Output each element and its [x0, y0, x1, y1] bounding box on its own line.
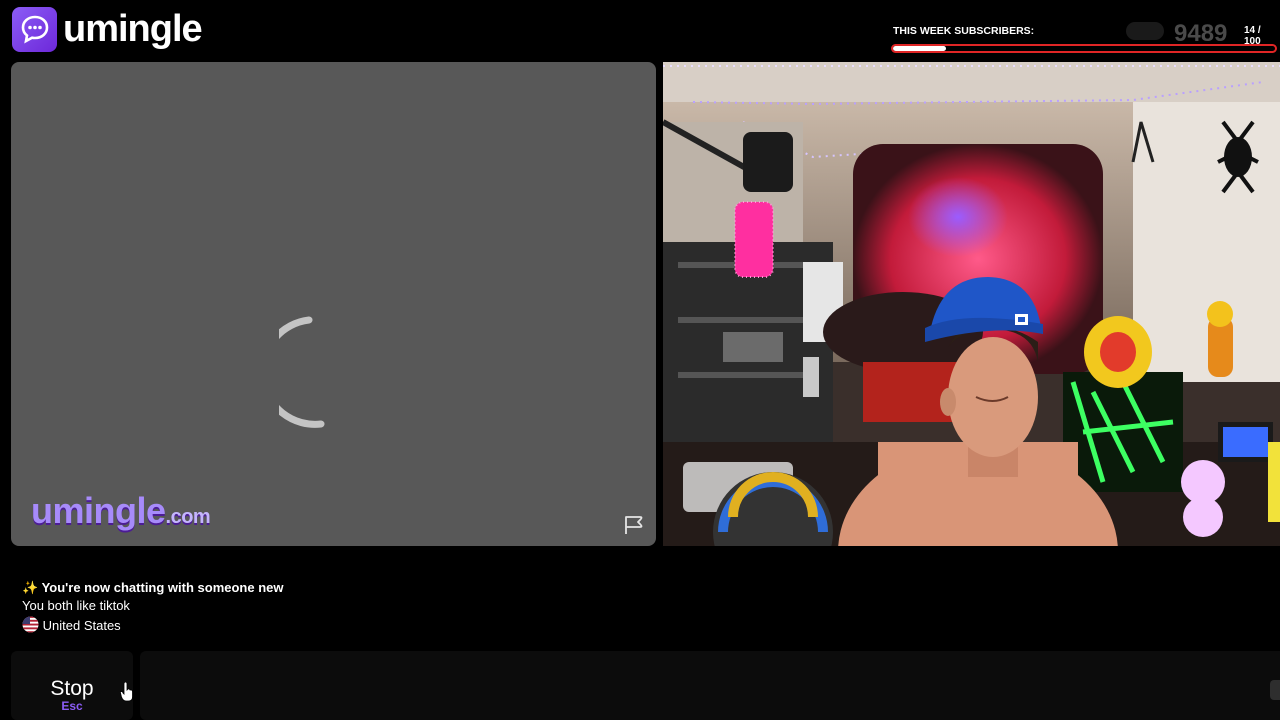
message-input[interactable] [140, 651, 1280, 720]
loading-spinner-icon [279, 316, 325, 428]
sparkles-icon: ✨ [22, 580, 39, 595]
toggle-pill [1126, 22, 1164, 40]
chat-bubble-icon [12, 6, 57, 52]
subscriber-goal-label: THIS WEEK SUBSCRIBERS: [893, 25, 1035, 37]
hand-cursor-icon [120, 682, 133, 702]
common-interest-text: You both like tiktok [22, 598, 130, 613]
country-text: United States [42, 618, 121, 633]
bottom-bar: Stop Esc [0, 648, 1280, 720]
settings-icon[interactable] [1270, 680, 1280, 700]
now-chatting-line: ✨ You're now chatting with someone new [22, 580, 284, 596]
umingle-logo[interactable]: umingle [12, 6, 203, 52]
stop-shortcut: Esc [61, 699, 83, 713]
flag-icon[interactable] [623, 514, 645, 536]
brand-name: umingle [63, 7, 203, 50]
us-flag-icon [22, 616, 39, 633]
webcam-feed [663, 62, 1280, 546]
watermark: umingle.com [31, 490, 211, 532]
stranger-video-panel: umingle.com [11, 62, 656, 546]
now-chatting-text: You're now chatting with someone new [41, 580, 284, 595]
watermark-domain: .com [165, 506, 211, 528]
stop-label: Stop [50, 677, 94, 700]
subscriber-goal: THIS WEEK SUBSCRIBERS: 9489 14 / 100 [890, 18, 1280, 60]
chat-info: ✨ You're now chatting with someone new Y… [12, 570, 1280, 642]
subscriber-progress-bar [891, 44, 1277, 53]
subscriber-progress-fill [893, 46, 947, 51]
self-video-panel [663, 62, 1280, 546]
country-line: United States [22, 616, 121, 633]
watermark-name: umingle [31, 490, 166, 531]
stop-button[interactable]: Stop Esc [11, 651, 133, 720]
